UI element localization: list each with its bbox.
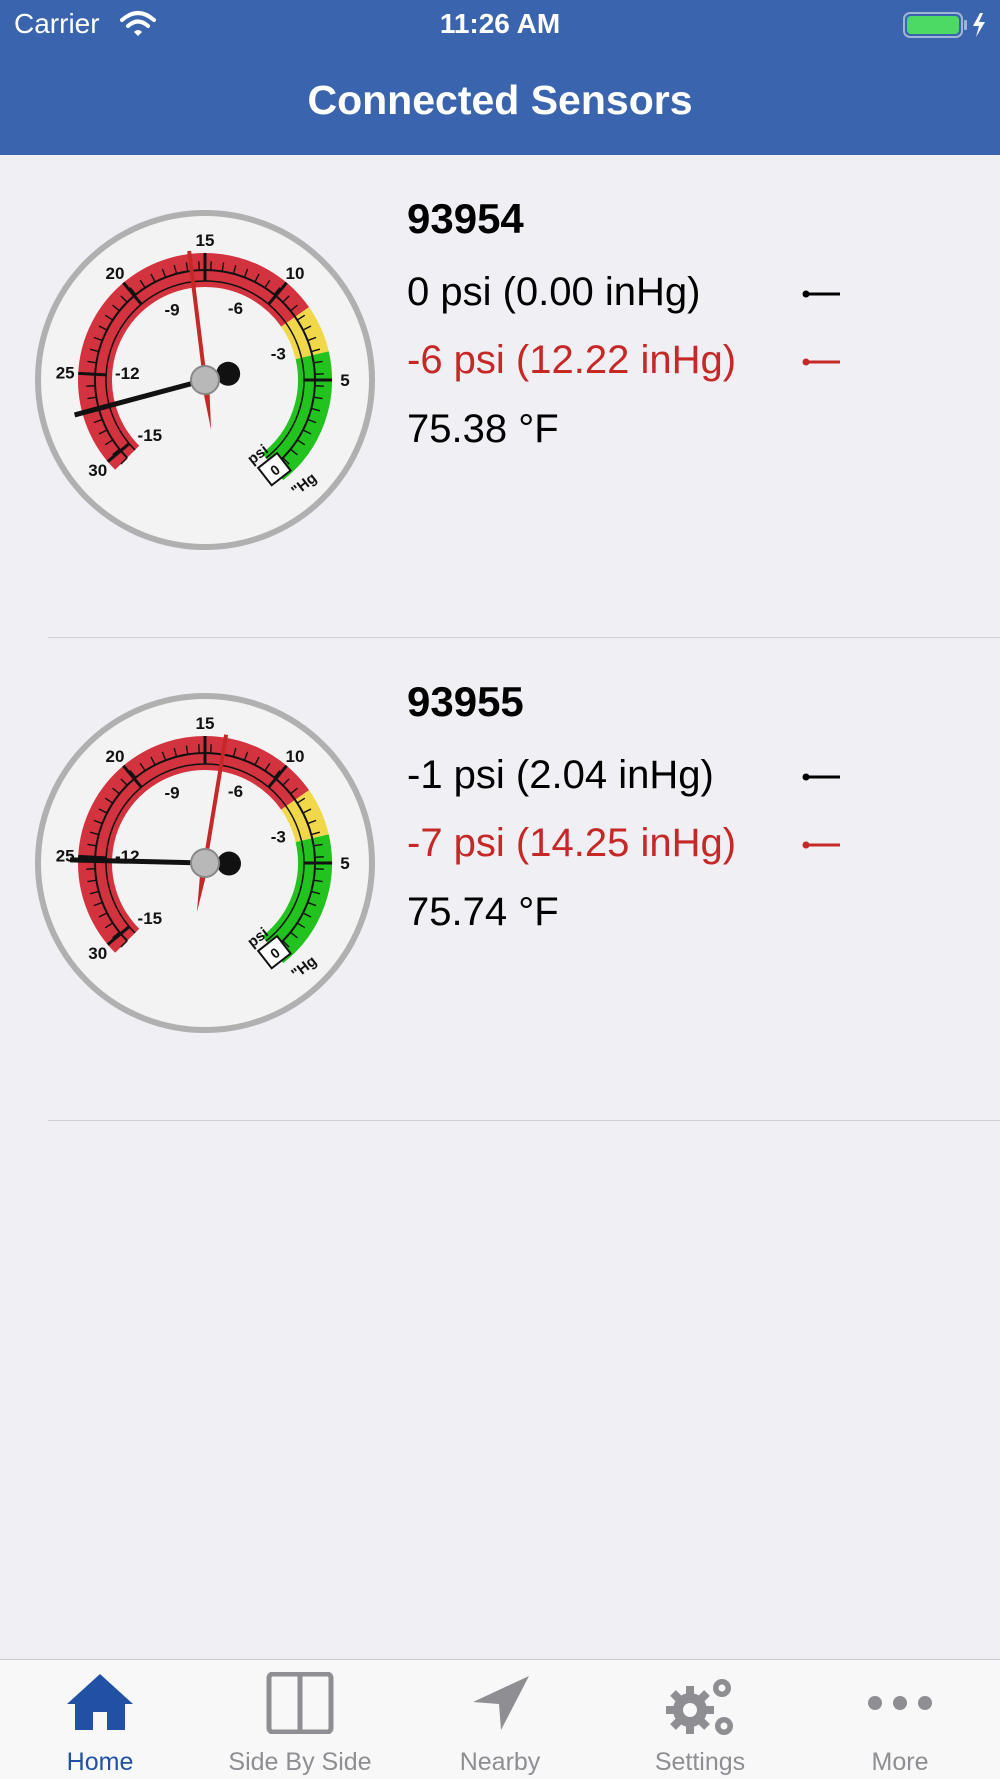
navigation-bar: Connected Sensors <box>0 50 1000 155</box>
current-needle-counterweight <box>217 852 241 876</box>
current-needle-legend-icon <box>802 772 842 782</box>
tab-nearby[interactable]: Nearby <box>400 1660 600 1779</box>
tab-bar: Home Side By Side Nearby <box>0 1659 1000 1779</box>
tab-label: Side By Side <box>200 1748 400 1777</box>
gauge-inner-label: -9 <box>164 300 179 319</box>
gauge-outer-label: 15 <box>196 231 215 250</box>
divider <box>48 1120 1000 1121</box>
gauge-inner-label: -9 <box>164 783 179 802</box>
gauge-inner-label: -6 <box>228 782 243 801</box>
setpoint-needle-legend-icon <box>802 840 842 850</box>
temperature: 75.38 °F <box>407 407 559 452</box>
current-needle-legend-icon <box>802 289 842 299</box>
sensor-card[interactable]: 15202530105-9-6-3-12-150psi"Hg 93955 -1 … <box>0 638 1000 1121</box>
gauge-hub <box>191 849 219 877</box>
sensor-card[interactable]: 15202530105-9-6-3-12-150psi"Hg 93954 0 p… <box>0 155 1000 638</box>
gauge-inner-label: -15 <box>138 426 163 445</box>
tab-settings[interactable]: Settings <box>600 1660 800 1779</box>
battery-icon <box>903 11 991 44</box>
gauge-major-tick <box>78 856 106 857</box>
tab-label: More <box>800 1748 1000 1777</box>
more-dots-icon <box>865 1672 935 1734</box>
tab-label: Settings <box>600 1748 800 1777</box>
pressure-gauge: 15202530105-9-6-3-12-150psi"Hg <box>30 688 380 1038</box>
gauge-inner-label: -6 <box>228 299 243 318</box>
sensor-id: 93954 <box>407 195 524 243</box>
gauge-inner-label: -12 <box>115 364 140 383</box>
current-pressure: 0 psi (0.00 inHg) <box>407 270 700 315</box>
gauge-outer-label: 25 <box>56 847 75 866</box>
gauge-hub <box>191 366 219 394</box>
setpoint-needle-legend-icon <box>802 357 842 367</box>
location-arrow-icon <box>465 1672 535 1734</box>
gauge-outer-label: 30 <box>88 944 107 963</box>
gauge-outer-label: 20 <box>106 747 125 766</box>
side-by-side-icon <box>265 1672 335 1734</box>
clock: 11:26 AM <box>0 8 1000 40</box>
gauge-band-yellow <box>295 800 312 838</box>
gauge-major-tick <box>78 373 106 374</box>
page-title: Connected Sensors <box>0 77 1000 124</box>
sensor-id: 93955 <box>407 678 524 726</box>
home-icon <box>65 1672 135 1734</box>
current-pressure: -1 psi (2.04 inHg) <box>407 753 714 798</box>
gauge-outer-label: 25 <box>56 364 75 383</box>
gauge-outer-label: 5 <box>340 854 349 873</box>
gauge-outer-label: 20 <box>106 264 125 283</box>
gears-icon <box>660 1672 740 1742</box>
gauge-outer-label: 30 <box>88 461 107 480</box>
gauge-outer-label: 10 <box>286 264 305 283</box>
gauge-inner-label: -3 <box>271 827 286 846</box>
gauge-inner-label: -15 <box>138 909 163 928</box>
gauge-band-yellow <box>295 317 312 355</box>
gauge-outer-label: 5 <box>340 371 349 390</box>
tab-more[interactable]: More <box>800 1660 1000 1779</box>
gauge-outer-label: 15 <box>196 714 215 733</box>
temperature: 75.74 °F <box>407 890 559 935</box>
tab-home[interactable]: Home <box>0 1660 200 1779</box>
setpoint-pressure: -6 psi (12.22 inHg) <box>407 338 736 383</box>
setpoint-pressure: -7 psi (14.25 inHg) <box>407 821 736 866</box>
pressure-gauge: 15202530105-9-6-3-12-150psi"Hg <box>30 205 380 555</box>
tab-label: Home <box>0 1748 200 1777</box>
gauge-inner-label: -3 <box>271 344 286 363</box>
tab-label: Nearby <box>400 1748 600 1777</box>
gauge-outer-label: 10 <box>286 747 305 766</box>
status-bar: Carrier 11:26 AM <box>0 0 1000 50</box>
tab-side-by-side[interactable]: Side By Side <box>200 1660 400 1779</box>
